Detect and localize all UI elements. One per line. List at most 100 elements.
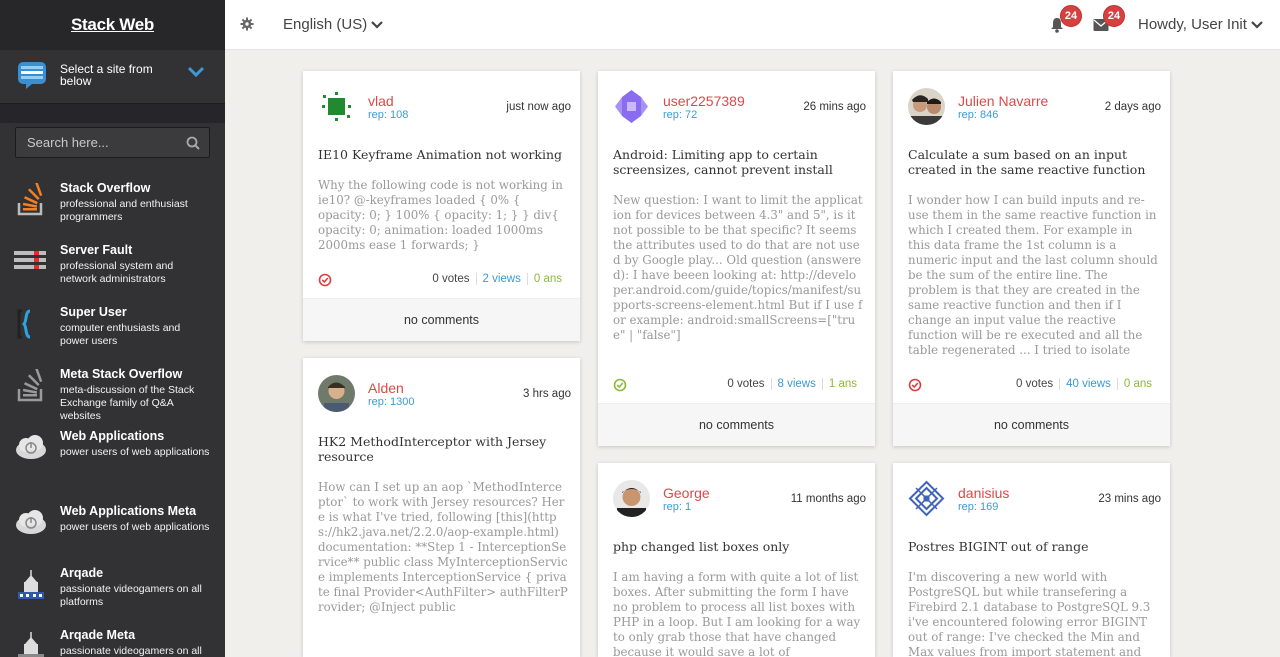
user-reputation: rep: 846 bbox=[958, 109, 999, 121]
sidebar-item-arqade-meta[interactable]: Arqade Meta passionate videogamers on al… bbox=[0, 622, 225, 657]
user-reputation: rep: 169 bbox=[958, 501, 999, 513]
gear-icon[interactable] bbox=[240, 17, 254, 31]
views-count: 8 views bbox=[777, 378, 816, 390]
site-description: power users of web applications bbox=[60, 521, 210, 533]
question-card[interactable]: vlad rep: 108 just now ago IE10 Keyframe… bbox=[303, 71, 580, 341]
user-greeting: Howdy, User Init bbox=[1138, 16, 1247, 33]
question-excerpt: New question: I want to limit the applic… bbox=[613, 193, 863, 342]
question-excerpt: How can I set up an aop `MethodIntercept… bbox=[318, 480, 568, 614]
question-title[interactable]: HK2 MethodInterceptor with Jersey resour… bbox=[318, 434, 568, 464]
question-stats: 0 votes 2 views 0 ans bbox=[432, 273, 562, 285]
site-description: passionate videogamers on all platforms bbox=[60, 583, 202, 608]
webapps-meta-icon bbox=[16, 510, 46, 534]
site-description: passionate videogamers on all platforms bbox=[60, 645, 202, 657]
comments-bar[interactable]: no comments bbox=[598, 403, 875, 446]
question-title[interactable]: Postres BIGINT out of range bbox=[908, 539, 1158, 554]
question-title[interactable]: php changed list boxes only bbox=[613, 539, 863, 554]
votes-count: 0 votes bbox=[727, 378, 765, 390]
avatar[interactable] bbox=[908, 88, 945, 125]
search-input[interactable] bbox=[16, 135, 176, 150]
question-excerpt: I wonder how I can build inputs and re-u… bbox=[908, 193, 1158, 357]
chevron-down-icon bbox=[1251, 20, 1263, 29]
brand-header: Stack Web bbox=[0, 0, 225, 50]
sidebar-divider bbox=[0, 103, 225, 123]
username[interactable]: Alden bbox=[368, 380, 404, 396]
sidebar-item-arqade[interactable]: Arqade passionate videogamers on all pla… bbox=[0, 560, 225, 622]
username[interactable]: Julien Navarre bbox=[958, 93, 1048, 109]
avatar[interactable] bbox=[318, 88, 355, 125]
site-name: Web Applications Meta bbox=[60, 504, 197, 518]
sidebar-item-serverfault[interactable]: Server Fault professional system and net… bbox=[0, 237, 225, 299]
answers-count: 0 ans bbox=[533, 273, 562, 285]
search-box[interactable] bbox=[15, 127, 210, 158]
chevron-down-icon[interactable] bbox=[187, 64, 205, 78]
sidebar-item-webapps-meta[interactable]: Web Applications Meta power users of web… bbox=[0, 498, 225, 560]
language-label: English (US) bbox=[283, 16, 368, 33]
arqade-meta-icon bbox=[18, 632, 44, 657]
question-card[interactable]: danisius rep: 169 23 mins ago Postres BI… bbox=[893, 463, 1170, 657]
question-card[interactable]: Julien Navarre rep: 846 2 days ago Calcu… bbox=[893, 71, 1170, 446]
sidebar-item-webapps[interactable]: Web Applications power users of web appl… bbox=[0, 423, 225, 498]
site-selector[interactable]: Select a site from below bbox=[0, 50, 225, 100]
avatar[interactable] bbox=[318, 375, 355, 412]
votes-count: 0 votes bbox=[1016, 378, 1054, 390]
username[interactable]: user2257389 bbox=[663, 93, 745, 109]
superuser-icon bbox=[17, 309, 31, 339]
chevron-down-icon bbox=[371, 20, 383, 29]
post-time: 3 hrs ago bbox=[523, 388, 571, 400]
question-title[interactable]: Calculate a sum based on an input create… bbox=[908, 147, 1158, 177]
site-name: Super User bbox=[60, 305, 127, 319]
stats-divider bbox=[526, 273, 528, 285]
answered-icon bbox=[613, 378, 627, 392]
post-time: just now ago bbox=[506, 101, 571, 113]
stats-divider bbox=[821, 378, 823, 390]
site-list: Stack Overflow professional and enthusia… bbox=[0, 175, 225, 657]
question-card[interactable]: user2257389 rep: 72 26 mins ago Android:… bbox=[598, 71, 875, 446]
site-name: Web Applications bbox=[60, 429, 165, 443]
sidebar-item-superuser[interactable]: Super User computer enthusiasts and powe… bbox=[0, 299, 225, 361]
comments-bar[interactable]: no comments bbox=[303, 298, 580, 341]
question-excerpt: I am having a form with quite a lot of l… bbox=[613, 570, 861, 657]
question-excerpt: Why the following code is not working in… bbox=[318, 178, 563, 252]
site-name: Server Fault bbox=[60, 243, 133, 257]
stats-divider bbox=[1116, 378, 1118, 390]
username[interactable]: George bbox=[663, 485, 710, 501]
username[interactable]: vlad bbox=[368, 93, 394, 109]
question-card[interactable]: Alden rep: 1300 3 hrs ago HK2 MethodInte… bbox=[303, 358, 580, 657]
post-time: 11 months ago bbox=[790, 493, 866, 505]
avatar[interactable] bbox=[613, 88, 650, 125]
sidebar-item-stackoverflow[interactable]: Stack Overflow professional and enthusia… bbox=[0, 175, 225, 237]
question-title[interactable]: Android: Limiting app to certain screens… bbox=[613, 147, 863, 177]
username[interactable]: danisius bbox=[958, 485, 1009, 501]
avatar[interactable] bbox=[613, 480, 650, 517]
user-menu[interactable]: Howdy, User Init bbox=[1138, 16, 1263, 33]
post-time: 26 mins ago bbox=[803, 101, 866, 113]
stats-divider bbox=[1059, 378, 1061, 390]
site-name: Meta Stack Overflow bbox=[60, 367, 183, 381]
meta-stackoverflow-icon bbox=[17, 369, 43, 402]
brand-title[interactable]: Stack Web bbox=[71, 15, 154, 35]
language-selector[interactable]: English (US) bbox=[283, 16, 383, 33]
site-name: Stack Overflow bbox=[60, 181, 151, 195]
stackoverflow-icon bbox=[17, 183, 43, 216]
question-card[interactable]: George rep: 1 11 months ago php changed … bbox=[598, 463, 875, 657]
unanswered-icon bbox=[318, 273, 332, 287]
avatar[interactable] bbox=[908, 480, 945, 517]
post-time: 23 mins ago bbox=[1098, 493, 1161, 505]
unanswered-icon bbox=[908, 378, 922, 392]
views-count: 2 views bbox=[482, 273, 521, 285]
messages-badge[interactable]: 24 bbox=[1103, 5, 1125, 27]
comments-bar[interactable]: no comments bbox=[893, 403, 1170, 446]
site-description: professional and enthusiast programmers bbox=[60, 198, 188, 223]
notifications-badge[interactable]: 24 bbox=[1060, 5, 1082, 27]
stats-divider bbox=[475, 273, 477, 285]
question-title[interactable]: IE10 Keyframe Animation not working bbox=[318, 147, 568, 162]
site-description: professional system and network administ… bbox=[60, 260, 174, 285]
site-selector-label: Select a site from below bbox=[60, 62, 153, 88]
user-reputation: rep: 108 bbox=[368, 109, 409, 121]
search-icon[interactable] bbox=[186, 136, 200, 150]
sidebar-item-meta-stackoverflow[interactable]: Meta Stack Overflow meta-discussion of t… bbox=[0, 361, 225, 423]
webapps-icon bbox=[16, 435, 46, 459]
stats-divider bbox=[770, 378, 772, 390]
site-description: power users of web applications bbox=[60, 446, 210, 458]
